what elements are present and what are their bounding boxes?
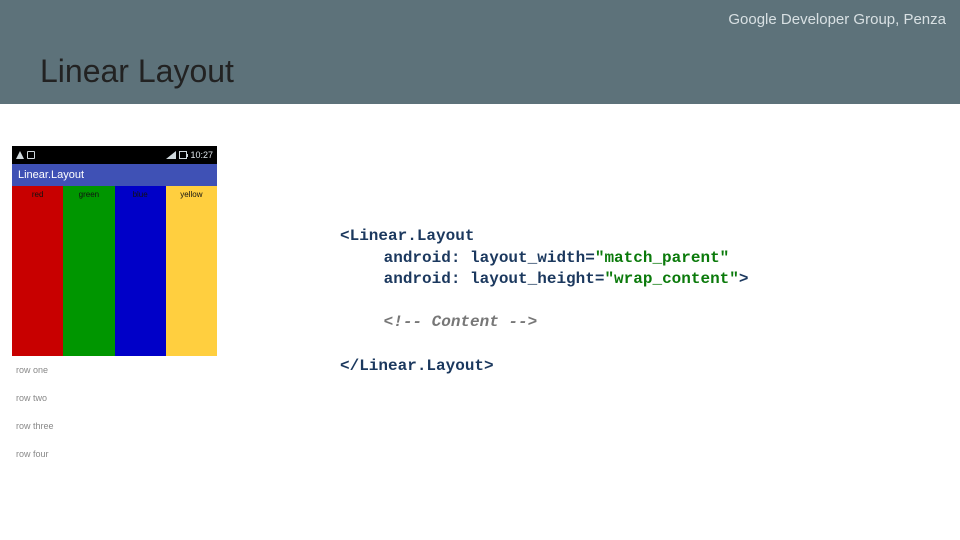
color-cell-red: red: [12, 186, 63, 202]
code-comment: <!-- Content -->: [384, 313, 538, 331]
color-cell-green: green: [63, 186, 114, 202]
app-title: Linear.Layout: [18, 169, 84, 181]
color-cell-blue: blue: [115, 186, 166, 202]
code-attr-name: android: layout_width=: [384, 249, 595, 267]
text-rows: row one row two row three row four: [12, 356, 217, 468]
color-block-red: [12, 202, 63, 356]
code-attr-value: "wrap_content": [604, 270, 738, 288]
color-block-yellow: [166, 202, 217, 356]
battery-icon: [179, 151, 187, 159]
color-block-blue: [115, 202, 166, 356]
code-open-tag: <Linear.Layout: [340, 227, 474, 245]
phone-mockup: 10:27 Linear.Layout red green blue yello…: [12, 146, 217, 468]
code-snippet: <Linear.Layout android: layout_width="ma…: [340, 226, 748, 377]
slide-title: Linear Layout: [40, 53, 234, 90]
color-cell-yellow: yellow: [166, 186, 217, 202]
status-time: 10:27: [190, 150, 213, 160]
code-attr-name: android: layout_height=: [384, 270, 605, 288]
code-attr-value: "match_parent": [595, 249, 729, 267]
slide-title-bar: Linear Layout: [0, 38, 960, 104]
list-item: row two: [12, 384, 217, 412]
color-label-row: red green blue yellow: [12, 186, 217, 202]
code-end-tag: </Linear.Layout>: [340, 357, 494, 375]
notification-icon: [16, 151, 24, 159]
color-block-row: [12, 202, 217, 356]
list-item: row four: [12, 440, 217, 468]
android-status-bar: 10:27: [12, 146, 217, 164]
code-close-angle: >: [739, 270, 749, 288]
color-block-green: [63, 202, 114, 356]
brand-text: Google Developer Group, Penza: [728, 11, 946, 28]
slide-header: Google Developer Group, Penza: [0, 0, 960, 38]
list-item: row one: [12, 356, 217, 384]
android-app-bar: Linear.Layout: [12, 164, 217, 186]
list-item: row three: [12, 412, 217, 440]
notification-icon: [27, 151, 35, 159]
slide-content: 10:27 Linear.Layout red green blue yello…: [0, 104, 960, 540]
signal-icon: [166, 151, 176, 159]
